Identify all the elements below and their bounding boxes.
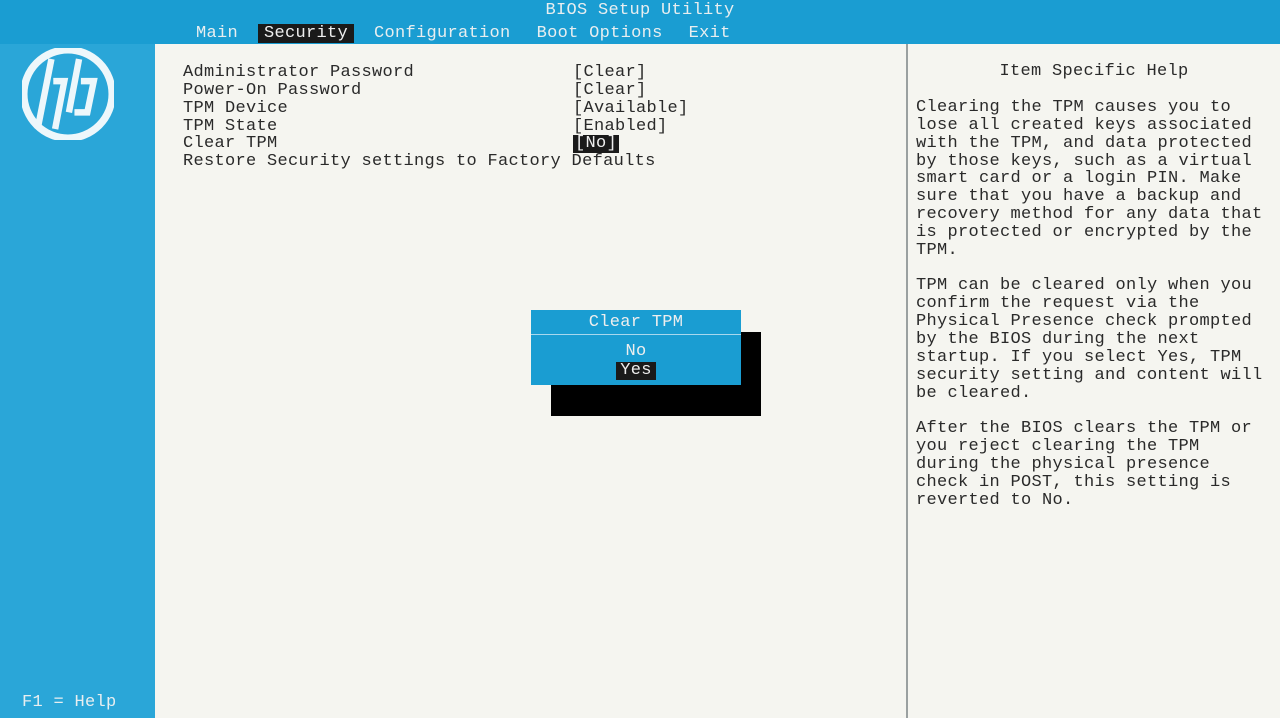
title-bar: BIOS Setup Utility <box>0 0 1280 22</box>
help-panel: Item Specific Help Clearing the TPM caus… <box>908 44 1280 718</box>
setting-label: Power-On Password <box>183 82 573 100</box>
setting-value: [Enabled] <box>573 118 668 136</box>
dialog-option-no[interactable]: No <box>531 343 741 361</box>
setting-label: Clear TPM <box>183 135 573 153</box>
menu-main[interactable]: Main <box>190 24 244 43</box>
setting-admin-password[interactable]: Administrator Password [Clear] <box>183 64 878 82</box>
dialog-option-yes[interactable]: Yes <box>616 362 656 380</box>
dialog-options: No Yes <box>531 335 741 385</box>
setting-value: [Available] <box>573 100 689 118</box>
setting-value: [Clear] <box>573 82 647 100</box>
menu-exit[interactable]: Exit <box>683 24 737 43</box>
main-area: Administrator Password [Clear] Power-On … <box>155 44 1280 718</box>
setting-value: [Clear] <box>573 64 647 82</box>
setting-label: TPM Device <box>183 100 573 118</box>
help-body: Clearing the TPM causes you to lose all … <box>916 99 1272 509</box>
setting-restore-defaults[interactable]: Restore Security settings to Factory Def… <box>183 153 878 171</box>
dialog-title: Clear TPM <box>531 310 741 335</box>
setting-tpm-state[interactable]: TPM State [Enabled] <box>183 118 878 136</box>
menu-boot-options[interactable]: Boot Options <box>531 24 669 43</box>
settings-panel: Administrator Password [Clear] Power-On … <box>155 44 908 718</box>
setting-tpm-device[interactable]: TPM Device [Available] <box>183 100 878 118</box>
menu-configuration[interactable]: Configuration <box>368 24 517 43</box>
setting-value: [No] <box>573 135 619 153</box>
setting-label: Restore Security settings to Factory Def… <box>183 153 656 171</box>
setting-clear-tpm[interactable]: Clear TPM [No] <box>183 135 878 153</box>
menu-security[interactable]: Security <box>258 24 354 43</box>
help-title: Item Specific Help <box>916 62 1272 81</box>
clear-tpm-dialog: Clear TPM No Yes <box>531 310 741 385</box>
setting-power-on-password[interactable]: Power-On Password [Clear] <box>183 82 878 100</box>
menu-bar: Main Security Configuration Boot Options… <box>0 22 1280 44</box>
hp-logo-icon <box>22 48 114 146</box>
setting-label: Administrator Password <box>183 64 573 82</box>
setting-label: TPM State <box>183 118 573 136</box>
footer-help-hint: F1 = Help <box>22 693 117 712</box>
